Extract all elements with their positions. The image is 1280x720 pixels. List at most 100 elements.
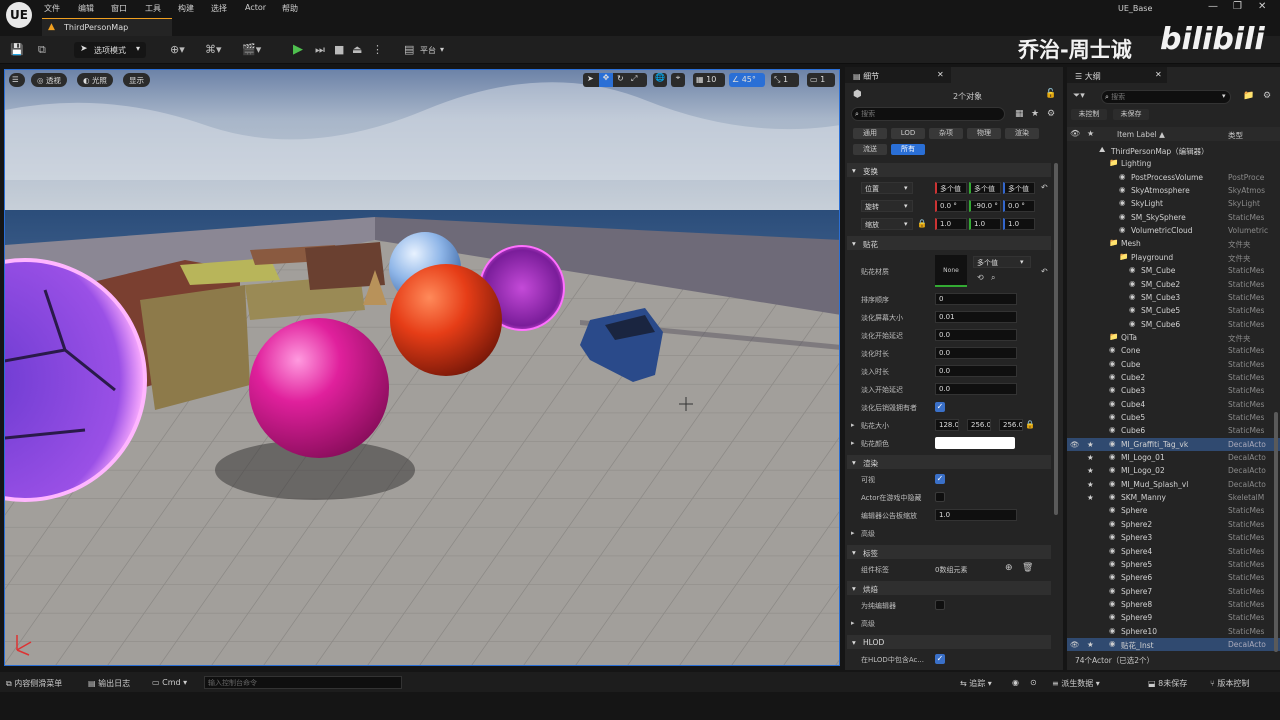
size-lock-icon[interactable]: 🔒 bbox=[1025, 420, 1035, 429]
outliner-settings-icon[interactable]: ⚙ bbox=[1263, 91, 1271, 101]
scale-lock-icon[interactable]: 🔒 bbox=[917, 219, 927, 228]
column-type[interactable]: 类型 bbox=[1228, 130, 1243, 141]
fade-duration-input[interactable]: 0.0 bbox=[935, 347, 1017, 359]
fadein-start-input[interactable]: 0.0 bbox=[935, 383, 1017, 395]
location-y[interactable]: 多个值 bbox=[969, 182, 1001, 194]
outliner-row[interactable]: ◉ Cube3 StaticMes bbox=[1067, 384, 1280, 397]
decal-color-swatch[interactable] bbox=[935, 437, 1015, 449]
outliner-row[interactable]: ◉ SM_Cube6 StaticMes bbox=[1067, 318, 1280, 331]
outliner-scrollbar[interactable] bbox=[1274, 412, 1278, 652]
surface-snap-icon[interactable]: ⌖ bbox=[671, 73, 685, 87]
outliner-row[interactable]: ◉ SkyLight SkyLight bbox=[1067, 197, 1280, 210]
editor-only-checkbox[interactable] bbox=[935, 600, 945, 610]
camera-record-icon[interactable]: ⊙ bbox=[1030, 678, 1037, 687]
outliner-row[interactable]: ★ ◉ MI_Logo_02 DecalActo bbox=[1067, 464, 1280, 477]
fade-start-input[interactable]: 0.0 bbox=[935, 329, 1017, 341]
location-z[interactable]: 多个值 bbox=[1003, 182, 1035, 194]
lock-icon[interactable]: 🔓 bbox=[1045, 89, 1056, 99]
visibility-header-icon[interactable]: 👁 bbox=[1070, 129, 1080, 138]
outliner-row[interactable]: ★ ◉ SKM_Manny SkeletalM bbox=[1067, 491, 1280, 504]
visible-checkbox[interactable]: ✓ bbox=[935, 474, 945, 484]
record-icon[interactable]: ◉ bbox=[1012, 678, 1019, 687]
filter-icon[interactable]: ⏷▾ bbox=[1073, 91, 1085, 101]
pin-star-icon[interactable]: ★ bbox=[1087, 640, 1094, 649]
menu-window[interactable]: 窗口 bbox=[111, 3, 127, 14]
perspective-button[interactable]: ◎ 透视 bbox=[31, 73, 67, 87]
derived-data-button[interactable]: ≡ 派生数据 ▾ bbox=[1052, 678, 1100, 689]
play-icon[interactable]: ▶ bbox=[293, 42, 303, 57]
save-icon[interactable]: 💾 bbox=[10, 43, 24, 56]
expand-icon[interactable]: ▸ bbox=[851, 529, 855, 537]
outliner-row[interactable]: ◉ Sphere9 StaticMes bbox=[1067, 611, 1280, 624]
outliner-row[interactable]: ◉ Sphere8 StaticMes bbox=[1067, 598, 1280, 611]
scale-x[interactable]: 1.0 bbox=[935, 218, 967, 230]
reset-location-icon[interactable]: ↶ bbox=[1041, 183, 1048, 192]
eject-icon[interactable]: ⏏ bbox=[352, 43, 362, 56]
outliner-row[interactable]: ◉ Cube4 StaticMes bbox=[1067, 398, 1280, 411]
scale-snap-button[interactable]: ⤡ 1 bbox=[771, 73, 799, 87]
maximize-icon[interactable]: ❐ bbox=[1233, 1, 1242, 12]
unsaved-count-button[interactable]: ⬓ 8未保存 bbox=[1148, 678, 1187, 689]
outliner-row[interactable]: ◉ Sphere StaticMes bbox=[1067, 504, 1280, 517]
pin-star-icon[interactable]: ★ bbox=[1087, 493, 1094, 502]
expand-icon[interactable]: ▸ bbox=[851, 619, 855, 627]
scale-tool-icon[interactable]: ⤢ bbox=[631, 74, 637, 84]
output-log-button[interactable]: ▤ 输出日志 bbox=[88, 678, 130, 689]
pin-star-icon[interactable]: ★ bbox=[1087, 453, 1094, 462]
section-tags[interactable]: ▾ 标签 bbox=[847, 545, 1051, 559]
advanced-label[interactable]: 高级 bbox=[861, 529, 875, 539]
section-rendering[interactable]: ▾ 渲染 bbox=[847, 455, 1051, 469]
blueprint-icon[interactable]: ⌘▾ bbox=[205, 43, 222, 56]
section-transform[interactable]: ▾ 变换 bbox=[847, 163, 1051, 177]
outliner-row[interactable]: ◉ SM_Cube3 StaticMes bbox=[1067, 291, 1280, 304]
viewport-menu-icon[interactable]: ☰ bbox=[9, 73, 25, 87]
outliner-row[interactable]: ★ ◉ MI_Logo_01 DecalActo bbox=[1067, 451, 1280, 464]
details-close-icon[interactable]: ✕ bbox=[937, 70, 944, 79]
section-hlod[interactable]: ▾ HLOD bbox=[847, 635, 1051, 649]
filter-physics[interactable]: 物理 bbox=[967, 128, 1001, 139]
outliner-row[interactable]: ◉ VolumetricCloud Volumetric bbox=[1067, 224, 1280, 237]
content-drawer-button[interactable]: ⧉ 内容侧滑菜单 bbox=[6, 678, 62, 689]
outliner-row[interactable]: 📁 Lighting bbox=[1067, 157, 1280, 170]
angle-snap-button[interactable]: ∠ 45° bbox=[729, 73, 765, 87]
billboard-scale-input[interactable]: 1.0 bbox=[935, 509, 1017, 521]
filter-rendering[interactable]: 渲染 bbox=[1005, 128, 1039, 139]
platform-button[interactable]: 平台 bbox=[420, 45, 436, 56]
console-input[interactable]: 输入控制台命令 bbox=[204, 676, 402, 689]
outliner-row[interactable]: 📁 Mesh 文件夹 bbox=[1067, 237, 1280, 250]
outliner-row[interactable]: ◉ SM_SkySphere StaticMes bbox=[1067, 211, 1280, 224]
delete-icon[interactable]: 🗑 bbox=[1022, 563, 1033, 573]
outliner-row[interactable]: ◉ Sphere4 StaticMes bbox=[1067, 545, 1280, 558]
step-icon[interactable]: ⏭ bbox=[315, 43, 325, 57]
visibility-eye-icon[interactable]: 👁 bbox=[1070, 640, 1080, 649]
grid-view-icon[interactable]: ▦ bbox=[1015, 109, 1024, 119]
scale-dropdown[interactable]: 缩放 ▾ bbox=[861, 218, 913, 230]
browse-arrow-icon[interactable]: ⟲ bbox=[977, 273, 984, 282]
lit-button[interactable]: ◐ 光照 bbox=[77, 73, 113, 87]
browse-folder-icon[interactable]: ⌕ bbox=[991, 273, 995, 283]
content-browser-icon[interactable]: ⧉ bbox=[38, 43, 46, 57]
outliner-row[interactable]: 📁 Playground 文件夹 bbox=[1067, 251, 1280, 264]
filter-all[interactable]: 所有 bbox=[891, 144, 925, 155]
section-decal[interactable]: ▾ 贴花 bbox=[847, 236, 1051, 250]
map-tab[interactable]: ▲ ThirdPersonMap bbox=[42, 18, 172, 36]
more-options-icon[interactable]: ⋮ bbox=[372, 43, 383, 56]
uncontrolled-button[interactable]: 未控制 bbox=[1071, 109, 1107, 120]
add-element-icon[interactable]: ⊕ bbox=[1005, 563, 1013, 573]
outliner-row[interactable]: ◉ Cone StaticMes bbox=[1067, 344, 1280, 357]
pin-star-icon[interactable]: ★ bbox=[1087, 480, 1094, 489]
filter-misc[interactable]: 杂项 bbox=[929, 128, 963, 139]
outliner-row[interactable]: ⛰ ThirdPersonMap（编辑器） bbox=[1067, 144, 1280, 157]
location-x[interactable]: 多个值 bbox=[935, 182, 967, 194]
cmd-dropdown[interactable]: ▭ Cmd ▾ bbox=[152, 678, 187, 687]
scale-z[interactable]: 1.0 bbox=[1003, 218, 1035, 230]
details-tab[interactable]: ▤ 细节 ✕ bbox=[845, 67, 951, 83]
menu-actor[interactable]: Actor bbox=[245, 3, 266, 12]
scale-y[interactable]: 1.0 bbox=[969, 218, 1001, 230]
outliner-row[interactable]: ★ ◉ MI_Mud_Splash_vl DecalActo bbox=[1067, 478, 1280, 491]
outliner-row[interactable]: ◉ Cube StaticMes bbox=[1067, 358, 1280, 371]
fade-screen-input[interactable]: 0.01 bbox=[935, 311, 1017, 323]
favorite-star-icon[interactable]: ★ bbox=[1031, 109, 1039, 119]
outliner-row[interactable]: ◉ Sphere3 StaticMes bbox=[1067, 531, 1280, 544]
sort-order-input[interactable]: 0 bbox=[935, 293, 1017, 305]
